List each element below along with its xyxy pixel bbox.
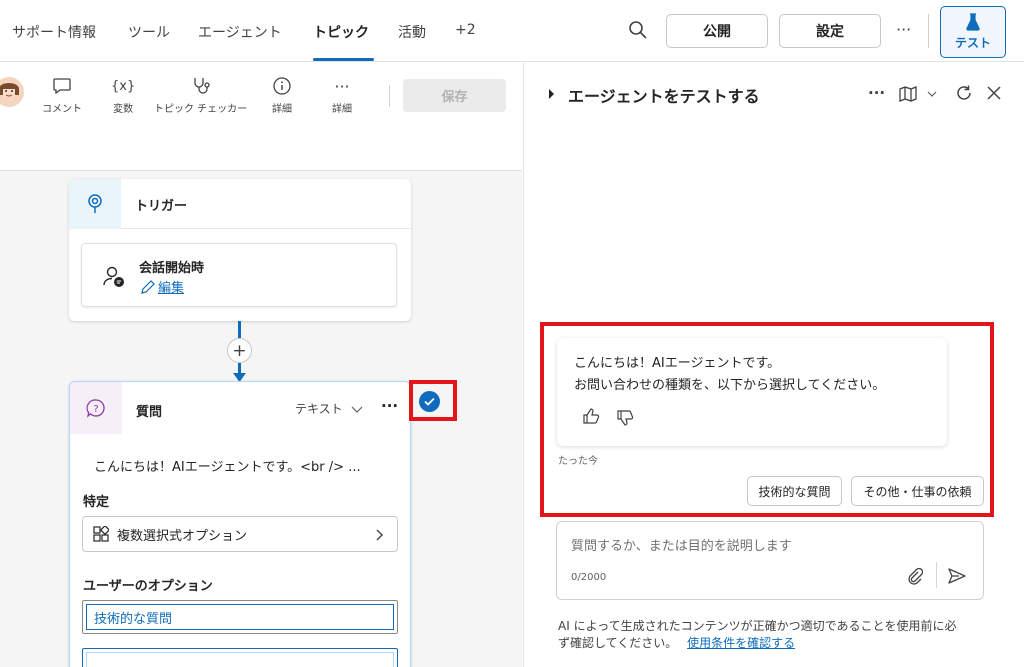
trigger-node[interactable]: トリガー 会話開始時 編集 [69,179,411,321]
terms-link[interactable]: 使用条件を確認する [687,636,795,650]
trigger-condition-card[interactable]: 会話開始時 編集 [81,243,397,307]
topic-checker-label: トピック チェッカー [154,104,248,115]
question-header: ? 質問 テキスト ··· [70,382,410,434]
chat-input-placeholder[interactable]: 質問するか、または目的を説明します [571,535,792,554]
user-option-field[interactable] [82,648,398,667]
identify-label: 特定 [83,495,110,510]
caret-right-icon[interactable] [548,89,555,99]
trigger-title: トリガー [135,199,188,214]
identify-value: 複数選択式オプション [117,528,248,544]
trigger-event-label: 会話開始時 [139,261,205,276]
edit-label: 編集 [158,281,185,296]
input-divider [936,562,937,588]
response-type-label: テキスト [295,402,343,416]
search-icon[interactable] [628,20,648,44]
more-options-icon[interactable]: ··· [896,20,911,39]
user-options-label: ユーザーのオプション [83,579,213,594]
trigger-header: トリガー [69,179,411,229]
question-node[interactable]: ? 質問 テキスト ··· こんにちは！AIエージェントです。<br /> ..… [69,381,411,667]
details-label: 詳細 [272,104,292,115]
question-title: 質問 [136,405,163,420]
active-tab-indicator [313,58,374,61]
person-chat-icon [102,265,126,293]
toolbar-divider [389,85,390,107]
tab-activity[interactable]: 活動 [398,22,426,42]
more-label: 詳細 [332,104,352,115]
add-node-button[interactable]: + [227,338,252,363]
variable-icon: {x} [111,78,136,94]
chevron-down-icon[interactable] [927,91,937,98]
avatar[interactable] [0,77,24,107]
details-tool[interactable]: 詳細 [272,75,292,115]
checkmark-icon [419,391,440,412]
refresh-icon[interactable] [955,84,973,102]
topic-canvas: コメント {x} 変数 トピック チェッカー 詳細 ··· 詳細 保存 トリガー… [0,63,522,667]
chevron-down-icon [351,406,363,413]
grid-icon [93,526,109,542]
paperclip-icon[interactable] [907,567,923,585]
topic-checker-tool[interactable]: トピック チェッカー [154,75,247,115]
stethoscope-icon [191,75,211,97]
chat-input-box[interactable]: 質問するか、または目的を説明します 0/2000 [556,521,984,600]
svg-text:?: ? [93,404,98,415]
authoring-toolbar: コメント {x} 変数 トピック チェッカー 詳細 ··· 詳細 保存 [0,63,522,171]
disclaimer-line-2: ず確認してください。 [558,636,678,650]
ellipsis-icon: ··· [334,76,350,96]
char-counter: 0/2000 [571,572,607,583]
chevron-right-icon [376,529,383,541]
close-icon[interactable] [987,86,1001,100]
trigger-icon [69,179,121,229]
nav-divider [928,14,929,48]
test-button-label: テスト [954,36,991,50]
tab-more-count[interactable]: +2 [455,22,476,38]
pencil-icon [141,279,155,294]
identify-select[interactable]: 複数選択式オプション [82,516,398,552]
node-more-icon[interactable]: ··· [381,397,398,415]
highlight-box-chat [540,322,994,517]
tab-tools[interactable]: ツール [128,22,170,42]
variables-label: 変数 [113,104,134,115]
tab-topics[interactable]: トピック [313,22,369,42]
response-type-dropdown[interactable]: テキスト [295,400,364,417]
user-option-value: 技術的な質問 [86,604,394,630]
question-icon: ? [70,382,122,434]
user-option-value [86,652,394,667]
panel-more-icon[interactable]: ··· [868,84,885,102]
edit-link[interactable]: 編集 [140,277,184,296]
variables-tool[interactable]: {x} 変数 [111,75,136,116]
comment-label: コメント [42,104,82,115]
user-option-field[interactable]: 技術的な質問 [82,600,398,634]
settings-button[interactable]: 設定 [779,14,881,48]
more-tool[interactable]: ··· 詳細 [332,75,352,116]
info-icon [272,75,292,97]
flow-connector-top [238,321,241,338]
ai-disclaimer: AI によって生成されたコンテンツが正確かつ適切であることを使用前に必 ず確認し… [558,618,1004,652]
flask-icon [966,13,980,31]
tab-agents[interactable]: エージェント [198,22,282,42]
tab-support-info[interactable]: サポート情報 [12,22,96,42]
top-navigation: サポート情報 ツール エージェント トピック 活動 +2 公開 設定 ··· テ… [0,0,1024,62]
comment-icon [52,75,72,97]
disclaimer-line-1: AI によって生成されたコンテンツが正確かつ適切であることを使用前に必 [558,619,957,633]
map-icon[interactable] [899,86,917,102]
publish-button[interactable]: 公開 [666,14,768,48]
panel-title: エージェントをテストする [568,87,760,106]
test-button[interactable]: テスト [940,6,1006,58]
save-button[interactable]: 保存 [403,79,506,112]
question-message-preview[interactable]: こんにちは！AIエージェントです。<br /> ... [94,456,361,475]
comment-tool[interactable]: コメント [42,75,82,115]
send-icon[interactable] [948,568,966,584]
